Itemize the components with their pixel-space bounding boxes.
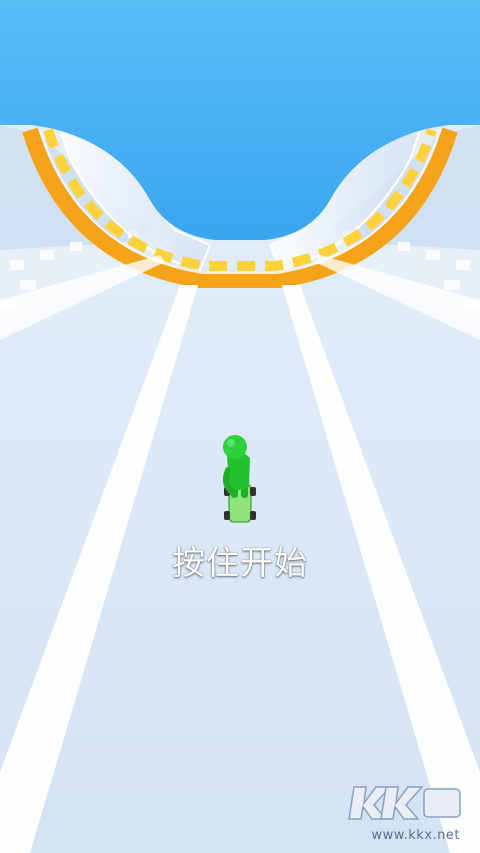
watermark: www.kkx.net (336, 783, 466, 843)
game-scene[interactable] (0, 0, 480, 853)
kk-logo-icon (348, 786, 461, 820)
watermark-url: www.kkx.net (371, 828, 460, 843)
start-hint-text[interactable]: 按住开始 (0, 536, 480, 584)
